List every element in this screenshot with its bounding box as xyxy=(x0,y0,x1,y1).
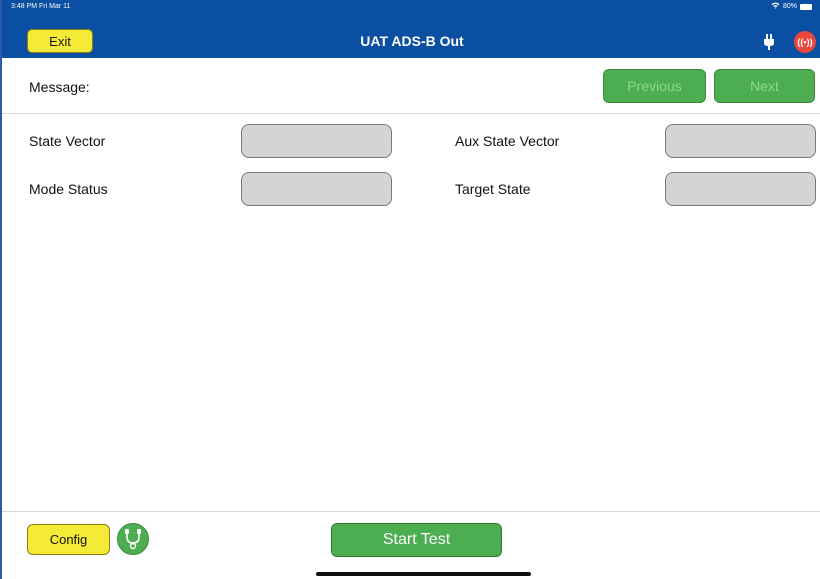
plug-icon xyxy=(763,34,775,50)
page-title: UAT ADS-B Out xyxy=(360,33,464,49)
next-button[interactable]: Next xyxy=(714,69,815,103)
previous-button[interactable]: Previous xyxy=(603,69,706,103)
radio-icon-glyph: ((•)) xyxy=(797,37,813,47)
start-test-button[interactable]: Start Test xyxy=(331,523,502,557)
header-bar: 3:48 PM Fri Mar 11 80% Exit UAT ADS-B Ou… xyxy=(2,0,820,58)
state-vector-label: State Vector xyxy=(29,133,106,149)
mode-status-field xyxy=(241,172,392,206)
config-button[interactable]: Config xyxy=(27,524,110,555)
wifi-icon xyxy=(771,2,780,11)
aux-state-vector-field xyxy=(665,124,816,158)
target-state-field xyxy=(665,172,816,206)
aux-state-vector-label: Aux State Vector xyxy=(455,133,560,149)
state-vector-field xyxy=(241,124,392,158)
target-state-label: Target State xyxy=(455,181,531,197)
status-indicators: 80% xyxy=(771,2,812,11)
usb-connection-icon[interactable] xyxy=(117,523,149,555)
mode-status-label: Mode Status xyxy=(29,181,108,197)
message-row: Message: Previous Next xyxy=(2,58,820,114)
app-screen: 3:48 PM Fri Mar 11 80% Exit UAT ADS-B Ou… xyxy=(0,0,820,579)
radio-broadcast-icon[interactable]: ((•)) xyxy=(794,31,816,53)
footer-bar: Config Start Test xyxy=(2,511,820,579)
home-indicator[interactable] xyxy=(316,572,531,576)
battery-percent: 80% xyxy=(782,3,797,10)
message-label: Message: xyxy=(29,79,90,95)
status-time: 3:48 PM Fri Mar 11 xyxy=(11,3,71,10)
battery-icon xyxy=(800,3,812,10)
